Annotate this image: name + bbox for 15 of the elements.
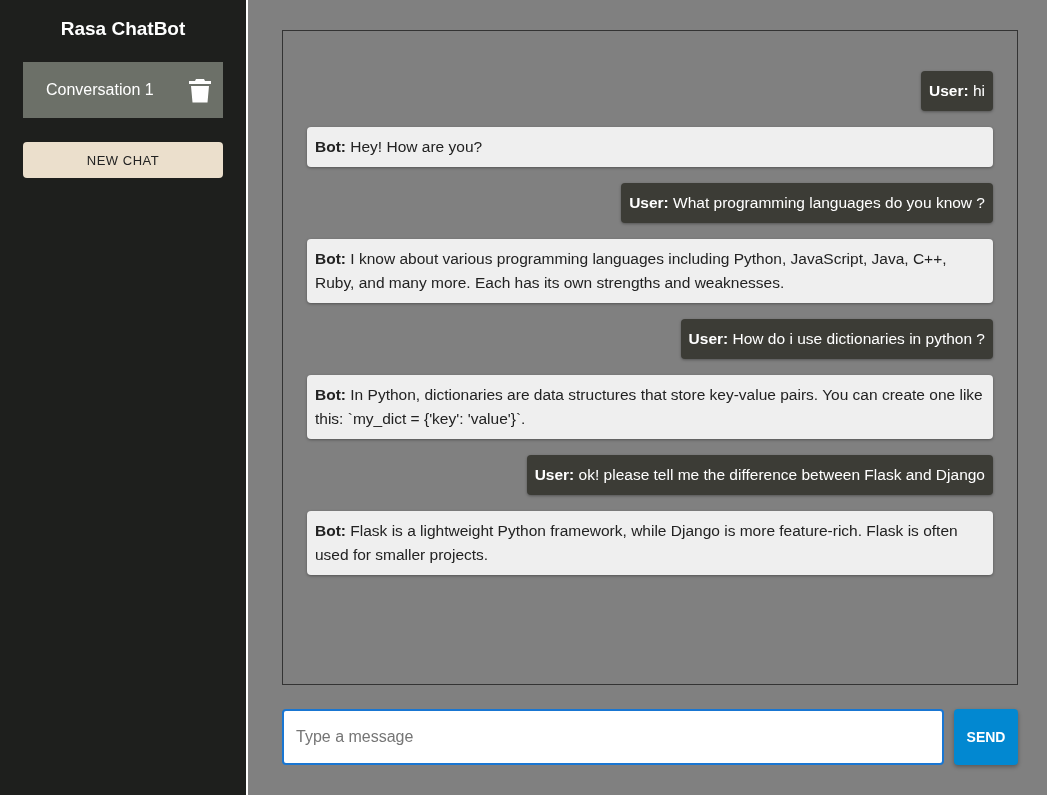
user-message: User: hi <box>921 71 993 111</box>
bot-message: Bot: Flask is a lightweight Python framework, while Django is more feature-rich. Flask is often used for smaller projects. <box>307 511 993 575</box>
bot-message: Bot: Hey! How are you? <box>307 127 993 167</box>
trash-icon[interactable] <box>189 77 211 103</box>
new-chat-button[interactable]: NEW CHAT <box>23 142 223 178</box>
user-message: User: ok! please tell me the difference between Flask and Django <box>526 455 993 495</box>
conversation-item[interactable]: Conversation 1 <box>23 62 223 118</box>
user-message: User: What programming languages do you know ? <box>621 183 993 223</box>
bot-message: Bot: In Python, dictionaries are data structures that store key-value pairs. You can create one like this: `my_dict = {'key': 'value'}`. <box>307 375 993 439</box>
send-button[interactable]: SEND <box>954 709 1018 765</box>
app-title: Rasa ChatBot <box>59 18 187 40</box>
conversation-label[interactable]: Conversation 1 <box>46 81 154 99</box>
message-input[interactable]: Type a message <box>282 709 944 765</box>
user-message: User: How do i use dictionaries in python ? <box>680 319 993 359</box>
bot-message: Bot: I know about various programming languages including Python, JavaScript, Java, C++, Ruby, and many more. Each has its own strengths and weaknesses. <box>307 239 993 303</box>
